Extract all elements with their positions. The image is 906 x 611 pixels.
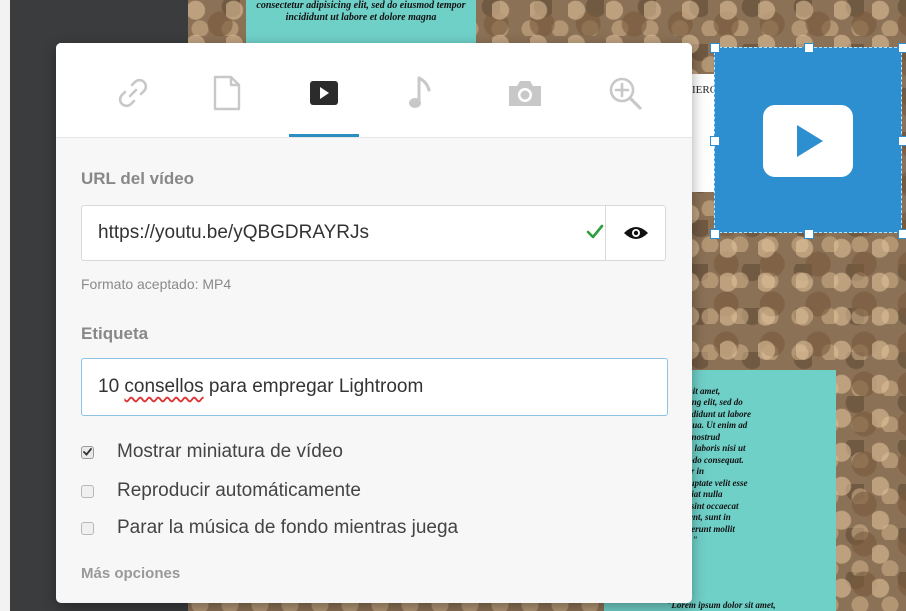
etiqueta-label: Etiqueta xyxy=(81,324,149,343)
resize-handle-s[interactable] xyxy=(804,229,814,239)
autoplay-label: Reproducir automáticamente xyxy=(117,480,361,501)
left-edge-strip xyxy=(0,0,10,611)
resize-handle-sw[interactable] xyxy=(710,229,720,239)
text-box-top[interactable]: consectetur adipisicing elit, sed do eiu… xyxy=(246,0,476,48)
media-settings-popup: URL del vídeo https://youtu.be/yQBGDRAYR… xyxy=(56,43,692,603)
music-note-icon xyxy=(409,76,431,108)
video-play-icon xyxy=(310,81,338,105)
stop-music-checkbox[interactable] xyxy=(81,521,94,535)
document-icon xyxy=(213,75,241,111)
media-type-tabbar xyxy=(56,43,692,138)
eye-icon xyxy=(623,227,648,239)
tab-music[interactable] xyxy=(386,65,456,121)
video-url-label: URL del vídeo xyxy=(81,169,195,188)
resize-handle-w[interactable] xyxy=(710,136,720,146)
resize-handle-n[interactable] xyxy=(804,43,814,53)
tab-camera[interactable] xyxy=(490,65,560,121)
link-icon xyxy=(118,78,148,108)
video-thumbnail[interactable] xyxy=(763,105,853,177)
zoom-in-icon xyxy=(609,77,642,110)
tab-document[interactable] xyxy=(192,65,262,121)
tab-video[interactable] xyxy=(289,65,359,121)
resize-handle-e[interactable] xyxy=(898,136,906,146)
checkmark-icon xyxy=(83,448,92,456)
resize-handle-nw[interactable] xyxy=(710,43,720,53)
video-url-input[interactable]: https://youtu.be/yQBGDRAYRJs xyxy=(81,205,606,261)
show-thumbnail-checkbox[interactable] xyxy=(81,445,94,459)
video-element-selected[interactable] xyxy=(710,43,906,239)
camera-icon xyxy=(509,81,541,106)
more-options-link[interactable]: Más opciones xyxy=(81,565,180,582)
etiqueta-input[interactable]: 10 consellos para empregar Lightroom xyxy=(81,358,668,416)
option-show-thumbnail[interactable]: Mostrar miniatura de vídeo xyxy=(81,439,343,465)
etiqueta-misspelled-word: consellos xyxy=(124,376,204,397)
show-thumbnail-label: Mostrar miniatura de vídeo xyxy=(117,441,343,462)
tab-zoom[interactable] xyxy=(590,65,660,121)
accepted-format-hint: Formato aceptado: MP4 xyxy=(81,276,232,292)
valid-check-icon xyxy=(586,224,604,239)
preview-video-button[interactable] xyxy=(605,205,666,261)
play-icon xyxy=(797,125,823,157)
autoplay-checkbox[interactable] xyxy=(81,484,94,498)
option-stop-background-music[interactable]: Parar la música de fondo mientras juega xyxy=(81,515,458,541)
etiqueta-value-suffix: para empregar Lightroom xyxy=(203,376,424,397)
tab-link[interactable] xyxy=(98,65,168,121)
active-tab-indicator xyxy=(289,134,359,137)
option-autoplay[interactable]: Reproducir automáticamente xyxy=(81,478,361,504)
resize-handle-ne[interactable] xyxy=(898,43,906,53)
resize-handle-se[interactable] xyxy=(898,229,906,239)
etiqueta-value-prefix: 10 xyxy=(98,376,125,397)
stop-music-label: Parar la música de fondo mientras juega xyxy=(117,517,459,538)
